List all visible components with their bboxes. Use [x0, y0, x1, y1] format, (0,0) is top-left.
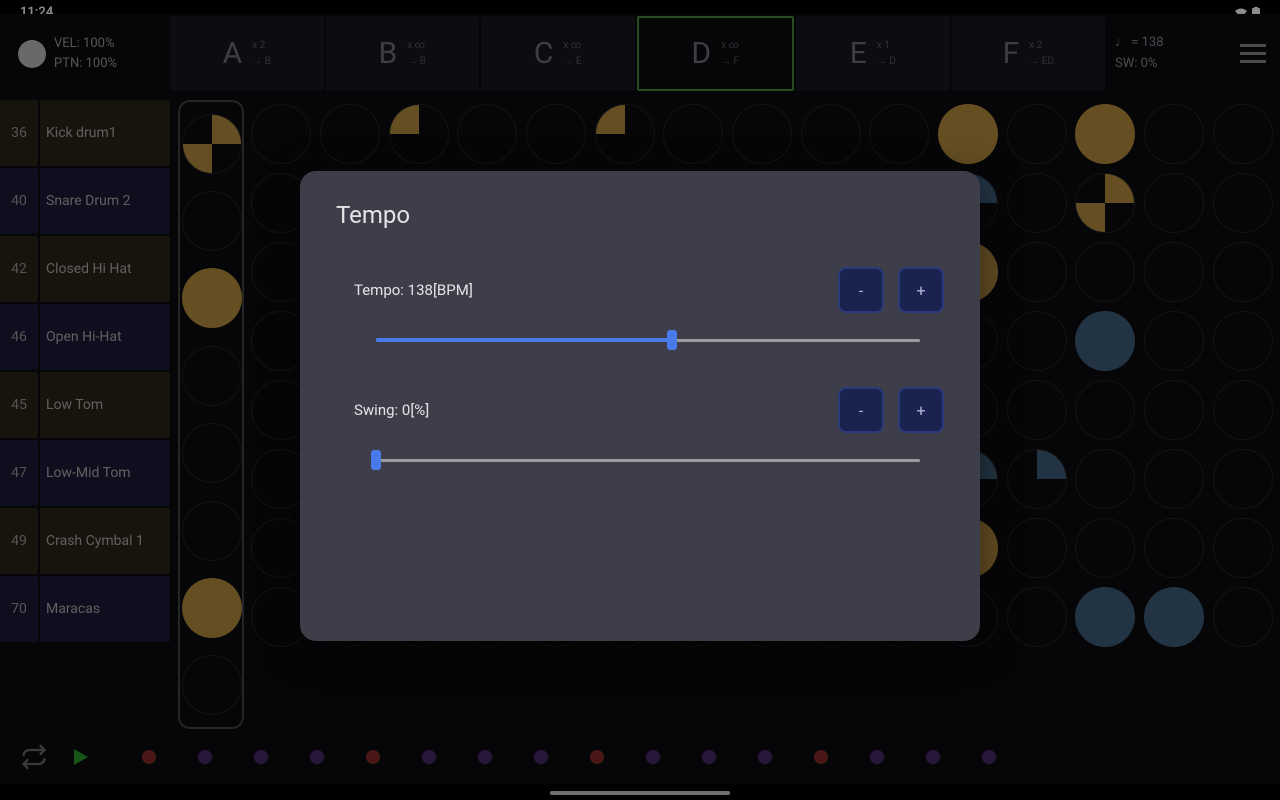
swing-slider[interactable]: [376, 445, 920, 475]
tempo-label: Tempo: 138[BPM]: [336, 281, 473, 299]
tempo-minus-button[interactable]: -: [838, 267, 884, 313]
tempo-slider-thumb[interactable]: [667, 330, 677, 350]
tempo-modal: Tempo Tempo: 138[BPM] - + Swing: 0[%] - …: [300, 171, 980, 641]
tempo-plus-button[interactable]: +: [898, 267, 944, 313]
modal-title: Tempo: [336, 201, 944, 229]
swing-slider-thumb[interactable]: [371, 450, 381, 470]
swing-plus-button[interactable]: +: [898, 387, 944, 433]
swing-minus-button[interactable]: -: [838, 387, 884, 433]
tempo-slider[interactable]: [376, 325, 920, 355]
swing-label: Swing: 0[%]: [336, 401, 429, 419]
